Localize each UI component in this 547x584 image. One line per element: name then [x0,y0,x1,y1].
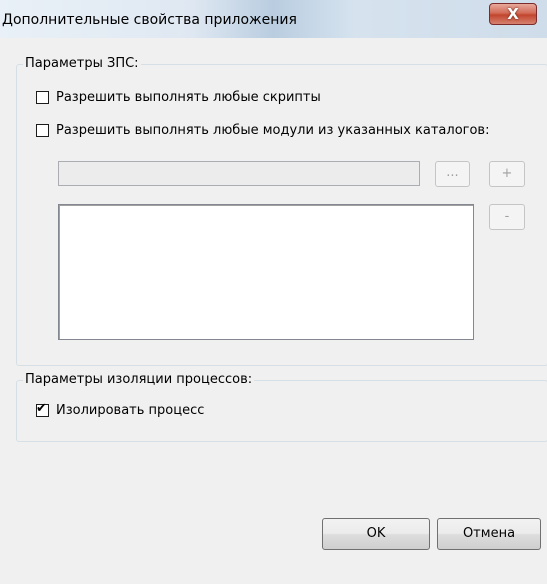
browse-button[interactable]: ... [435,161,470,187]
plus-icon: + [501,166,513,181]
directory-path-input[interactable] [58,161,420,186]
directory-list[interactable] [58,204,474,340]
dialog-window: Дополнительные свойства приложения X Пар… [0,0,547,584]
add-directory-button[interactable]: + [489,161,525,187]
isolate-process-checkbox[interactable]: ✔ [36,401,49,417]
isolate-process-option[interactable]: ✔ Изолировать процесс [36,401,205,418]
allow-scripts-option[interactable]: Разрешить выполнять любые скрипты [36,90,321,105]
zps-params-caption: Параметры ЗПС: [23,56,141,72]
allow-modules-option[interactable]: Разрешить выполнять любые модули из указ… [36,123,489,138]
isolation-params-caption: Параметры изоляции процессов: [23,372,255,388]
ok-label: OK [366,526,386,541]
close-icon: X [507,5,519,23]
checkmark-icon: ✔ [36,401,47,416]
cancel-button[interactable]: Отмена [437,518,541,550]
close-button[interactable]: X [489,3,537,25]
allow-modules-label: Разрешить выполнять любые модули из указ… [56,123,490,138]
window-title: Дополнительные свойства приложения [2,12,297,28]
zps-params-group: Параметры ЗПС: Разрешить выполнять любые… [16,56,547,366]
allow-scripts-label: Разрешить выполнять любые скрипты [56,90,321,105]
browse-label: ... [446,165,459,180]
remove-directory-button[interactable]: - [489,204,525,230]
allow-scripts-checkbox[interactable] [36,91,49,104]
isolation-params-group: Параметры изоляции процессов: ✔ Изолиров… [16,372,547,442]
title-bar[interactable]: Дополнительные свойства приложения X [0,0,547,38]
allow-modules-checkbox[interactable] [36,124,49,137]
ok-button[interactable]: OK [322,518,430,550]
isolate-process-label: Изолировать процесс [56,403,205,418]
dialog-client-area: Параметры ЗПС: Разрешить выполнять любые… [5,38,547,579]
cancel-label: Отмена [462,526,516,541]
minus-icon: - [504,209,510,224]
